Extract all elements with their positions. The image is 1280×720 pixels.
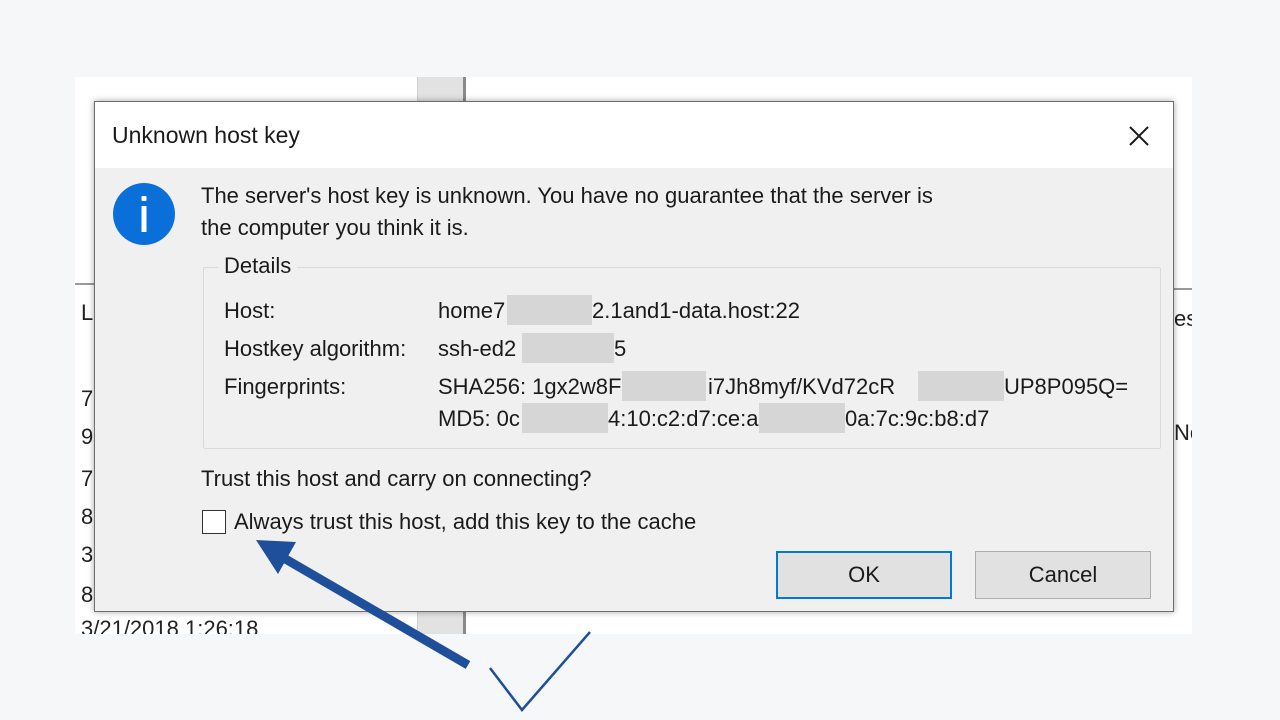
redaction-bar: [918, 371, 1004, 401]
message-line: The server's host key is unknown. You ha…: [201, 183, 933, 208]
sha256-value-middle: i7Jh8myf/KVd72cR: [708, 374, 896, 399]
host-value-start: home7: [438, 298, 506, 323]
cancel-button[interactable]: Cancel: [975, 551, 1151, 599]
info-icon: [113, 183, 175, 245]
md5-value-middle: 4:10:c2:d7:ce:a: [608, 406, 759, 431]
dialog-titlebar: Unknown host key: [95, 102, 1173, 168]
background-cell: es: [1174, 306, 1192, 331]
ok-button[interactable]: OK: [776, 551, 952, 599]
close-icon: [1129, 126, 1149, 146]
background-left-column: L 7 9 7 8 3 8: [81, 300, 94, 607]
redaction-bar: [522, 333, 614, 363]
background-date-cell: 3/21/2018 1:26:18: [81, 620, 281, 634]
redaction-bar: [507, 295, 592, 325]
redaction-bar: [522, 403, 608, 433]
background-date-text: 3/21/2018 1:26:18: [81, 620, 259, 634]
background-right-column: es No: [1174, 300, 1192, 460]
background-cell: No: [1174, 420, 1192, 445]
redaction-bar: [759, 403, 845, 433]
host-value-end: 2.1and1-data.host:22: [592, 298, 800, 323]
hostkey-algorithm-value-end: 5: [614, 336, 627, 361]
md5-value-end: 0a:7c:9c:b8:d7: [845, 406, 990, 431]
sha256-value-start: SHA256: 1gx2w8F: [438, 374, 622, 399]
details-legend: Details: [218, 253, 298, 279]
hostkey-algorithm-label: Hostkey algorithm:: [224, 336, 407, 361]
hostkey-algorithm-value-start: ssh-ed2: [438, 336, 517, 361]
details-group: Details Host: home7 2.1and1-data.host:22…: [203, 253, 1161, 449]
sha256-value-end: UP8P095Q=: [1004, 374, 1129, 399]
background-header-line: [1173, 288, 1192, 290]
background-header-line: [75, 283, 95, 285]
dialog-title: Unknown host key: [112, 122, 300, 148]
unknown-host-key-dialog: Unknown host key The server's host key i…: [94, 101, 1174, 612]
dialog-message: The server's host key is unknown. You ha…: [201, 180, 1081, 244]
always-trust-label[interactable]: Always trust this host, add this key to …: [234, 509, 696, 535]
checkmark-icon: [489, 631, 591, 712]
fingerprints-label: Fingerprints:: [224, 374, 347, 399]
always-trust-checkbox[interactable]: [202, 510, 226, 534]
md5-value-start: MD5: 0c: [438, 406, 520, 431]
close-button[interactable]: [1119, 116, 1159, 156]
trust-question: Trust this host and carry on connecting?: [201, 466, 592, 491]
message-line: the computer you think it is.: [201, 215, 469, 240]
redaction-bar: [622, 371, 706, 401]
host-label: Host:: [224, 298, 276, 323]
